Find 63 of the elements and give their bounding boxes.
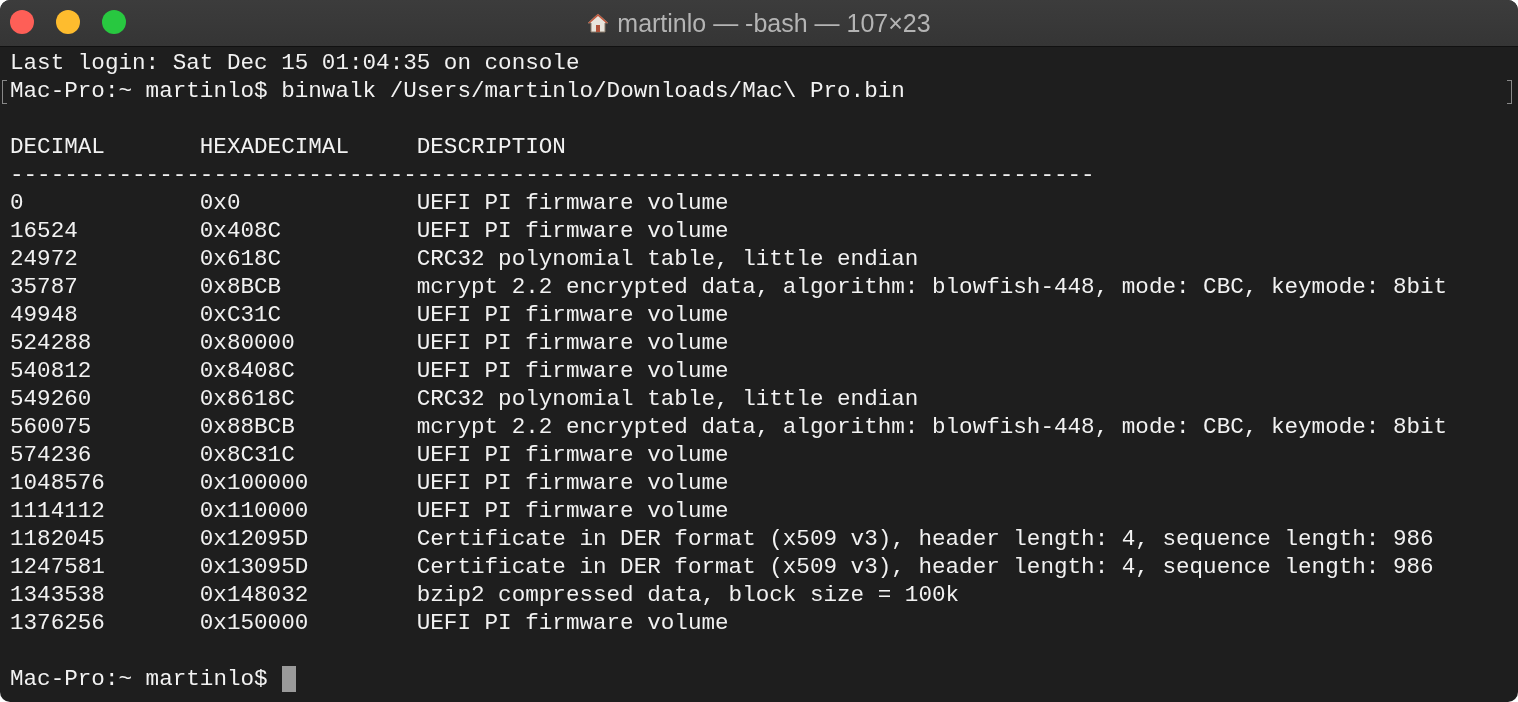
output-cell-text: 540812: [10, 357, 93, 385]
house-icon: [587, 12, 610, 34]
output-cell-text: 0x8C31C: [199, 441, 296, 469]
output-cell-text: 0x88BCB: [199, 413, 296, 441]
output-cell: Certificate in DER format (x509 v3), header length: 4, sequence length: 986: [416, 553, 1434, 581]
output-cell-text: 574236: [10, 441, 93, 469]
output-cell-text: 1114112: [10, 497, 106, 525]
output-cell-text: 1247581: [10, 553, 106, 581]
output-cell-text: DECIMAL: [10, 133, 106, 161]
output-cell: CRC32 polynomial table, little endian: [416, 245, 919, 273]
output-cell-text: 524288: [10, 329, 93, 357]
output-cell-text: 35787: [10, 273, 79, 301]
output-cell-text: 16524: [10, 217, 79, 245]
output-cell-text: 560075: [10, 413, 93, 441]
output-cell-text: 1343538: [10, 581, 106, 609]
mark-bracket: [2, 80, 7, 104]
output-cell: UEFI PI firmware volume: [416, 497, 729, 525]
output-cell-text: 549260: [10, 385, 93, 413]
output-cell-text: 0x8618C: [199, 385, 296, 413]
output-cell-text: 0x110000: [199, 497, 310, 525]
terminal-line: --------------------------------------------------------------------------------: [10, 161, 1095, 189]
terminal-line: Last login: Sat Dec 15 01:04:35 on console: [10, 49, 580, 77]
output-cell: UEFI PI firmware volume: [416, 189, 729, 217]
minimize-button[interactable]: [56, 10, 80, 34]
output-cell: CRC32 polynomial table, little endian: [416, 385, 919, 413]
output-cell-text: 0x148032: [199, 581, 310, 609]
output-cell: UEFI PI firmware volume: [416, 609, 729, 637]
output-cell: UEFI PI firmware volume: [416, 441, 729, 469]
output-cell: UEFI PI firmware volume: [416, 329, 729, 357]
shell-prompt: Mac-Pro:~ martinlo$: [10, 665, 268, 693]
output-cell-text: 0x618C: [199, 245, 283, 273]
output-cell-text: 0: [10, 189, 25, 217]
output-cell: DESCRIPTION: [416, 133, 566, 161]
output-cell: bzip2 compressed data, block size = 100k: [416, 581, 960, 609]
output-cell-text: 0x0: [199, 189, 242, 217]
output-cell: UEFI PI firmware volume: [416, 217, 729, 245]
output-cell: Certificate in DER format (x509 v3), header length: 4, sequence length: 986: [416, 525, 1434, 553]
cursor: [281, 666, 296, 692]
output-cell-text: 0xC31C: [199, 301, 283, 329]
output-cell-text: 0x100000: [199, 469, 310, 497]
output-cell: UEFI PI firmware volume: [416, 357, 729, 385]
zoom-button[interactable]: [102, 10, 126, 34]
terminal-line: Mac-Pro:~ martinlo$ binwalk /Users/martinlo/Downloads/Mac\ Pro.bin: [10, 77, 905, 105]
close-button[interactable]: [10, 10, 34, 34]
output-cell-text: 1182045: [10, 525, 106, 553]
output-cell: UEFI PI firmware volume: [416, 469, 729, 497]
output-cell-text: 0x13095D: [199, 553, 310, 581]
output-cell: mcrypt 2.2 encrypted data, algorithm: blowfish-448, mode: CBC, keymode: 8bit: [416, 413, 1448, 441]
window-title: martinlo — -bash — 107×23: [617, 8, 931, 38]
output-cell-text: 0x8BCB: [199, 273, 283, 301]
output-cell-text: 0x408C: [199, 217, 283, 245]
output-cell-text: 0x80000: [199, 329, 296, 357]
output-cell-text: 1376256: [10, 609, 106, 637]
mark-bracket: [1507, 80, 1512, 104]
output-cell: UEFI PI firmware volume: [416, 301, 729, 329]
output-cell-text: 0x12095D: [199, 525, 310, 553]
output-cell-text: 0x8408C: [199, 357, 296, 385]
output-cell-text: 1048576: [10, 469, 106, 497]
output-cell-text: 49948: [10, 301, 79, 329]
output-cell-text: HEXADECIMAL: [199, 133, 350, 161]
output-cell: mcrypt 2.2 encrypted data, algorithm: blowfish-448, mode: CBC, keymode: 8bit: [416, 273, 1448, 301]
output-cell-text: 24972: [10, 245, 79, 273]
output-cell-text: 0x150000: [199, 609, 310, 637]
